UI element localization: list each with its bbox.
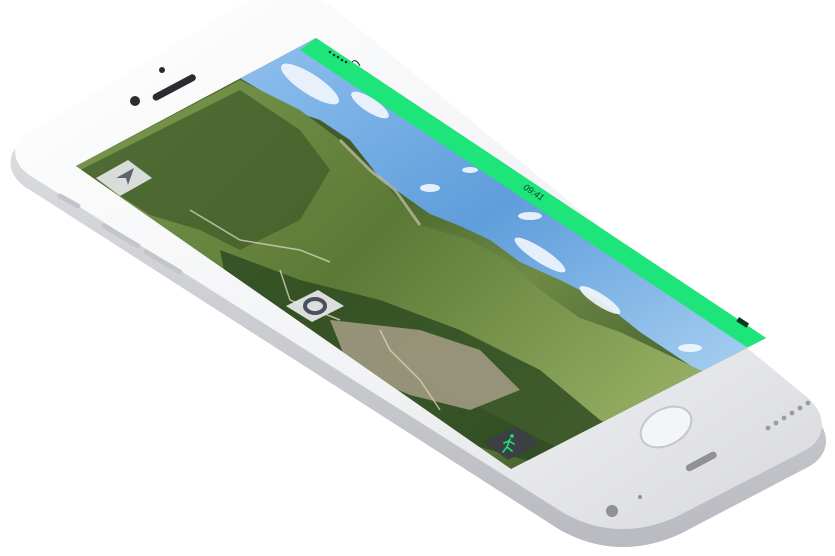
proximity-sensor (159, 67, 165, 73)
device-mockup: 09:41 (0, 0, 835, 556)
phone-illustration (10, 0, 827, 548)
front-camera (130, 96, 140, 106)
mic-hole (638, 495, 642, 499)
headphone-jack (606, 505, 618, 517)
